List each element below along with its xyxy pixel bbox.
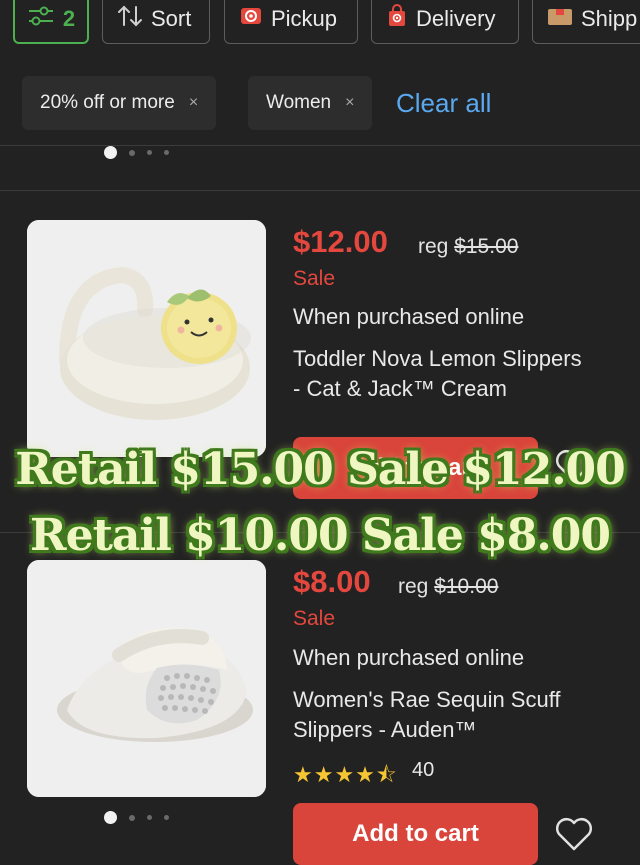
regular-price: reg $10.00 <box>398 575 498 599</box>
shipping-box-icon <box>547 5 573 33</box>
add-to-cart-button[interactable]: Add to cart <box>293 803 538 865</box>
divider <box>0 190 640 191</box>
filter-count: 2 <box>62 6 76 31</box>
online-note: When purchased online <box>293 645 525 670</box>
online-note: When purchased online <box>293 304 525 329</box>
review-count[interactable]: 40 <box>412 759 434 782</box>
sort-label: Sort <box>151 6 192 31</box>
clear-all-link[interactable]: Clear all <box>396 88 491 119</box>
slipper-lemon-image <box>27 220 266 457</box>
reg-price-value: $15.00 <box>454 235 519 258</box>
carousel-dot[interactable] <box>164 150 169 155</box>
regular-price: reg $15.00 <box>418 235 518 259</box>
filter-chip-women[interactable]: Women × <box>248 76 373 130</box>
star-rating: ★★★★⯪ <box>293 762 398 787</box>
pickup-icon <box>239 5 263 33</box>
product-title-line2[interactable]: - Cat & Jack™ Cream <box>293 374 507 404</box>
slipper-sequin-image <box>27 560 266 797</box>
product-title-line1[interactable]: Toddler Nova Lemon Slippers <box>293 344 582 374</box>
divider <box>0 145 640 146</box>
reg-prefix: reg <box>398 575 429 598</box>
carousel-dot[interactable] <box>104 811 117 824</box>
close-icon[interactable]: × <box>345 94 354 112</box>
filter-button[interactable]: 2 <box>13 0 89 44</box>
close-icon[interactable]: × <box>189 94 198 112</box>
sliders-icon <box>27 5 55 33</box>
carousel-dot[interactable] <box>147 815 152 820</box>
overlay-caption-line1: Retail $15.00 Sale $12.00 <box>15 444 626 495</box>
heart-icon[interactable] <box>555 816 593 857</box>
overlay-caption-line2: Retail $10.00 Sale $8.00 <box>30 510 611 561</box>
image-carousel-dots[interactable] <box>104 146 169 159</box>
product-image-lemon-slipper[interactable] <box>27 220 266 457</box>
sort-button[interactable]: Sort <box>102 0 210 44</box>
carousel-dot[interactable] <box>129 149 135 156</box>
product-image-sequin-slipper[interactable] <box>27 560 266 797</box>
carousel-dot[interactable] <box>104 146 117 159</box>
shipping-label: Shipp <box>581 6 638 31</box>
delivery-bag-icon <box>386 4 408 34</box>
sale-label: Sale <box>293 607 336 630</box>
product-title-line1[interactable]: Women's Rae Sequin Scuff <box>293 685 561 715</box>
image-carousel-dots[interactable] <box>104 811 169 824</box>
product-title-line2[interactable]: Slippers - Auden™ <box>293 715 476 745</box>
shipping-button[interactable]: Shipp <box>532 0 640 44</box>
product-price: $12.00 <box>293 224 388 259</box>
filter-chip-discount[interactable]: 20% off or more × <box>22 76 217 130</box>
sale-label: Sale <box>293 267 336 290</box>
carousel-dot[interactable] <box>164 815 169 820</box>
reg-prefix: reg <box>418 235 449 258</box>
delivery-button[interactable]: Delivery <box>371 0 519 44</box>
delivery-label: Delivery <box>416 6 496 31</box>
chip-label: Women <box>266 92 332 113</box>
reg-price-value: $10.00 <box>434 575 499 598</box>
chip-label: 20% off or more <box>40 92 175 113</box>
sort-arrows-icon <box>117 4 143 34</box>
carousel-dot[interactable] <box>147 150 152 155</box>
pickup-button[interactable]: Pickup <box>224 0 358 44</box>
product-price: $8.00 <box>293 564 371 599</box>
carousel-dot[interactable] <box>129 814 135 821</box>
pickup-label: Pickup <box>271 6 338 31</box>
